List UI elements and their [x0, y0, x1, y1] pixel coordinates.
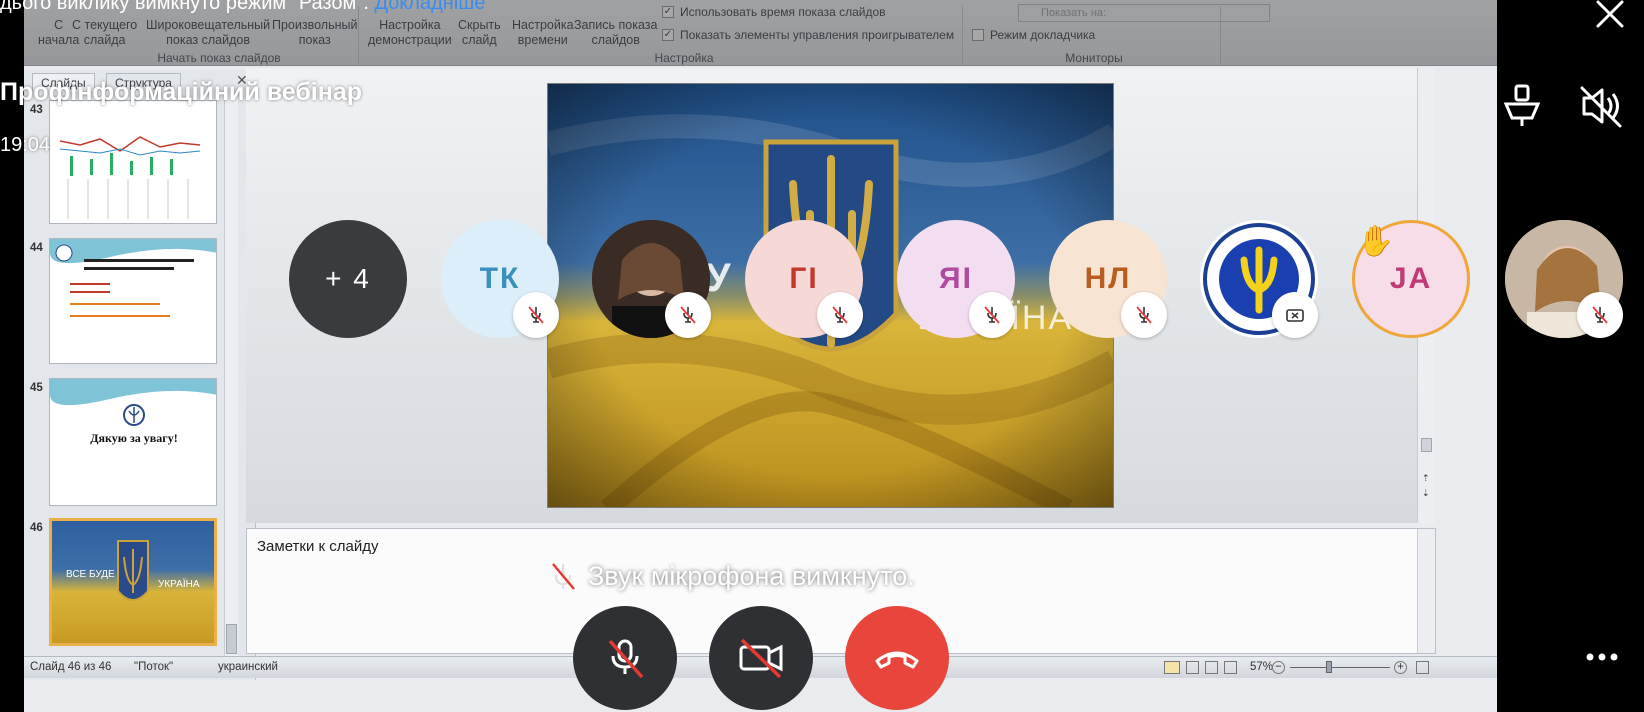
zoom-level: 57% — [1250, 661, 1274, 673]
theme-name: "Поток" — [134, 661, 174, 673]
participant-initials: ГІ — [789, 262, 819, 295]
slide-counter: Слайд 46 из 46 — [30, 661, 112, 673]
call-title: Профінформаційний вебінар — [0, 78, 362, 106]
language: украинский — [218, 661, 278, 673]
mic-muted-notice: Звук мікрофона вимкнуто. — [548, 560, 915, 592]
scroll-thumb[interactable] — [226, 624, 237, 654]
mic-muted-text: Звук мікрофона вимкнуто. — [588, 560, 915, 591]
slide-thumbnail-selected[interactable]: ВСЕ БУДЕ УКРАЇНА — [49, 518, 217, 646]
call-window: С начала С текущего слайда Широковещател… — [0, 0, 1644, 712]
scroll-thumb[interactable] — [1421, 438, 1432, 452]
call-banner: дього виклику вимкнуто режим "Разом". До… — [0, 0, 640, 14]
zoom-slider[interactable] — [1290, 667, 1390, 668]
text-slide-thumbnail-icon — [50, 239, 216, 317]
mic-off-icon — [1121, 292, 1167, 338]
call-time: 19:04 — [0, 134, 51, 156]
reading-view-icon[interactable] — [1205, 661, 1218, 674]
slide-thumbnail[interactable] — [49, 238, 217, 364]
raised-hand-icon: ✋ — [1357, 225, 1395, 258]
participant-initials: ТК — [479, 262, 521, 295]
mute-mic-button[interactable] — [573, 606, 677, 710]
prev-slide-icon[interactable]: ⇡ — [1422, 473, 1430, 484]
zoom-in-icon[interactable]: + — [1394, 661, 1407, 674]
participant-initials: НЛ — [1084, 262, 1132, 295]
slides-pane: Слайды Структура ✕ 43 44 45 Дякую за ува… — [24, 70, 256, 680]
scrollbar[interactable] — [1417, 529, 1435, 653]
participant-initials: JA — [1389, 262, 1433, 295]
end-call-button[interactable] — [845, 606, 949, 710]
mic-off-icon — [665, 292, 711, 338]
hang-up-icon — [875, 651, 919, 669]
slide-thumbnail[interactable]: Дякую за увагу! — [49, 378, 217, 506]
fit-window-icon[interactable] — [1416, 661, 1429, 674]
more-participants-button[interactable]: + 4 — [289, 220, 407, 338]
participant-initials: ЯІ — [939, 262, 973, 295]
slide-caption: УКРАЇНА — [158, 579, 200, 590]
slide-number: 44 — [30, 242, 43, 254]
slide-number: 45 — [30, 382, 43, 394]
camera-button[interactable] — [709, 606, 813, 710]
more-options-icon[interactable] — [1584, 650, 1620, 668]
slide-caption: Дякую за увагу! — [90, 431, 178, 445]
sorter-view-icon[interactable] — [1186, 661, 1199, 674]
slide-caption: ВСЕ БУДЕ — [66, 569, 115, 580]
banner-message: дього виклику вимкнуто режим "Разом". — [0, 0, 375, 14]
mic-off-icon — [817, 292, 863, 338]
slide-thumbnail[interactable] — [49, 100, 217, 224]
slide-number: 46 — [30, 522, 43, 534]
camera-off-icon — [1272, 292, 1318, 338]
mic-off-icon — [552, 563, 575, 590]
mic-off-icon — [608, 639, 644, 679]
learn-more-link[interactable]: Докладніше — [374, 0, 485, 14]
more-count: + 4 — [325, 263, 371, 294]
close-call-icon[interactable] — [1592, 0, 1632, 35]
sound-off-icon[interactable] — [1578, 84, 1624, 133]
camera-off-icon — [739, 638, 783, 679]
normal-view-icon[interactable] — [1164, 661, 1180, 674]
mic-off-icon — [1577, 292, 1623, 338]
slideshow-view-icon[interactable] — [1224, 661, 1237, 674]
scrollbar[interactable] — [224, 94, 238, 678]
notes-placeholder: Заметки к слайду — [257, 538, 379, 555]
banner-text: дього виклику вимкнуто режим "Разом". До… — [0, 0, 485, 15]
zoom-thumb[interactable] — [1326, 661, 1332, 673]
chart-thumbnail-icon — [50, 101, 216, 223]
zoom-out-icon[interactable]: − — [1272, 661, 1285, 674]
speaker-icon[interactable] — [1502, 84, 1542, 133]
mic-off-icon — [513, 292, 559, 338]
next-slide-icon[interactable]: ⇣ — [1422, 488, 1430, 499]
mic-off-icon — [969, 292, 1015, 338]
